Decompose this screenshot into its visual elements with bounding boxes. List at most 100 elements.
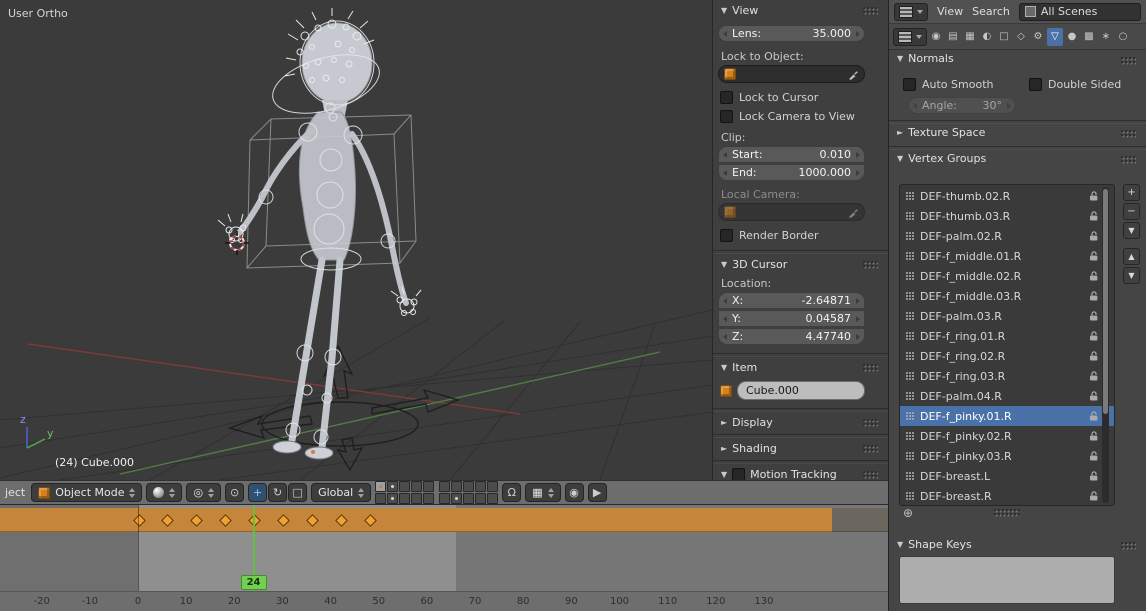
move-group-down-button[interactable]: ▼ [1123,267,1140,284]
move-group-up-button[interactable]: ▲ [1123,248,1140,265]
panel-grip-icon[interactable] [863,7,878,15]
lock-icon[interactable] [1088,370,1100,382]
properties-tab-object-data[interactable]: ▽ [1047,28,1063,46]
properties-tab-object[interactable]: □ [996,28,1012,46]
translate-manipulator-button[interactable]: + [248,483,267,502]
eyedropper-icon[interactable] [848,69,859,80]
panel-grip-icon[interactable] [1121,130,1136,138]
viewport-canvas[interactable] [0,0,712,480]
keyframe-channel-band[interactable] [0,508,888,531]
render-border-row[interactable]: Render Border [720,229,888,242]
layer-toggle-4[interactable] [411,481,422,492]
editor-type-selector[interactable] [893,28,927,46]
panel-grip-icon[interactable] [863,419,878,427]
lock-icon[interactable] [1088,350,1100,362]
properties-tab-modifiers[interactable]: ⚙ [1030,28,1046,46]
lock-to-cursor-checkbox[interactable] [720,91,733,104]
vertex-group-row[interactable]: DEF-f_pinky.03.R [900,446,1114,466]
search-menu[interactable]: Search [972,5,1010,18]
panel-grip-icon[interactable] [863,471,878,479]
editor-type-selector[interactable] [894,3,928,21]
add-vertex-group-button[interactable]: + [1123,184,1140,201]
lock-icon[interactable] [1088,490,1100,502]
layer-toggle-8[interactable] [463,481,474,492]
collapse-triangle-icon[interactable]: ▼ [721,363,727,372]
collapse-triangle-icon[interactable]: ▼ [897,540,903,549]
snap-toggle-button[interactable]: Ω [502,483,521,502]
properties-tab-constraints[interactable]: ◇ [1013,28,1029,46]
vertex-group-row[interactable]: DEF-f_pinky.02.R [900,426,1114,446]
lock-icon[interactable] [1088,470,1100,482]
layer-toggle-13[interactable] [399,493,410,504]
viewport[interactable]: User Ortho (24) Cube.000 z y [0,0,712,480]
clip-start-field[interactable]: Start: 0.010 [718,146,865,163]
pivot-align-toggle[interactable]: ⊙ [225,483,244,502]
panel-grip-icon[interactable] [863,445,878,453]
layer-toggle-11[interactable] [375,493,386,504]
auto-smooth-row[interactable]: Auto Smooth [903,78,993,91]
properties-tab-particles[interactable]: ∗ [1098,28,1114,46]
layer-toggle-10[interactable] [487,481,498,492]
display-panel-header[interactable]: ► Display [713,412,888,433]
lock-icon[interactable] [1088,190,1100,202]
lock-camera-row[interactable]: Lock Camera to View [720,110,888,123]
motion-tracking-checkbox[interactable] [732,468,745,480]
eyedropper-icon[interactable] [848,207,859,218]
lock-icon[interactable] [1088,430,1100,442]
collapse-triangle-icon[interactable]: ► [721,418,727,427]
render-border-checkbox[interactable] [720,229,733,242]
lock-icon[interactable] [1088,290,1100,302]
vertex-group-row[interactable]: DEF-palm.02.R [900,226,1114,246]
vertex-groups-scrollbar[interactable] [1102,187,1109,503]
lock-camera-checkbox[interactable] [720,110,733,123]
lock-icon[interactable] [1088,330,1100,342]
panel-grip-icon[interactable] [1121,156,1136,164]
vertex-groups-list[interactable]: DEF-thumb.02.RDEF-thumb.03.RDEF-palm.02.… [899,184,1115,506]
scale-manipulator-button[interactable]: □ [288,483,307,502]
layer-toggle-17[interactable] [451,493,462,504]
object-menu[interactable]: ject [5,486,25,499]
lock-icon[interactable] [1088,450,1100,462]
smooth-angle-field[interactable]: Angle: 30° [908,97,1016,114]
vertex-groups-panel-header[interactable]: ▼ Vertex Groups [897,152,986,165]
cursor-x-field[interactable]: X: -2.64871 [718,292,865,309]
shape-keys-panel-header[interactable]: ▼ Shape Keys [897,538,972,551]
collapse-triangle-icon[interactable]: ▼ [721,470,727,479]
lock-icon[interactable] [1088,270,1100,282]
vertex-group-specials-button[interactable]: ▼ [1123,222,1140,239]
texture-space-panel-header[interactable]: ► Texture Space [897,126,985,139]
layer-toggle-16[interactable] [439,493,450,504]
lens-field[interactable]: Lens: 35.000 [718,25,865,42]
viewport-shading-dropdown[interactable] [146,483,182,502]
lock-icon[interactable] [1088,390,1100,402]
vertex-group-row[interactable]: DEF-f_middle.01.R [900,246,1114,266]
layer-toggle-14[interactable] [411,493,422,504]
collapse-triangle-icon[interactable]: ▼ [721,260,727,269]
collapse-triangle-icon[interactable]: ► [897,128,903,137]
properties-tab-world[interactable]: ◐ [979,28,995,46]
collapse-triangle-icon[interactable]: ► [721,444,727,453]
vertex-group-row[interactable]: DEF-f_ring.02.R [900,346,1114,366]
lock-icon[interactable] [1088,310,1100,322]
opengl-render-anim-button[interactable]: ▶ [588,483,607,502]
layer-toggle-9[interactable] [475,481,486,492]
lock-to-object-field[interactable] [718,65,865,83]
list-resize-grip[interactable] [994,509,1020,517]
scrollbar-thumb[interactable] [1103,189,1108,414]
properties-tab-texture[interactable]: ▩ [1081,28,1097,46]
layer-toggle-15[interactable] [423,493,434,504]
add-circle-icon[interactable]: ⊕ [903,506,913,520]
current-frame-badge[interactable]: 24 [241,575,267,590]
lock-icon[interactable] [1088,230,1100,242]
lock-icon[interactable] [1088,250,1100,262]
vertex-group-row[interactable]: DEF-palm.03.R [900,306,1114,326]
timeline[interactable]: 24 -20-100102030405060708090100110120130 [0,505,888,611]
shading-panel-header[interactable]: ► Shading [713,438,888,459]
vertex-group-row[interactable]: DEF-f_middle.02.R [900,266,1114,286]
properties-tab-scene[interactable]: ▦ [962,28,978,46]
vertex-group-row[interactable]: DEF-f_ring.01.R [900,326,1114,346]
vertex-group-row[interactable]: DEF-breast.L [900,466,1114,486]
double-sided-row[interactable]: Double Sided [1029,78,1121,91]
layer-toggle-19[interactable] [475,493,486,504]
vertex-group-row[interactable]: DEF-f_middle.03.R [900,286,1114,306]
